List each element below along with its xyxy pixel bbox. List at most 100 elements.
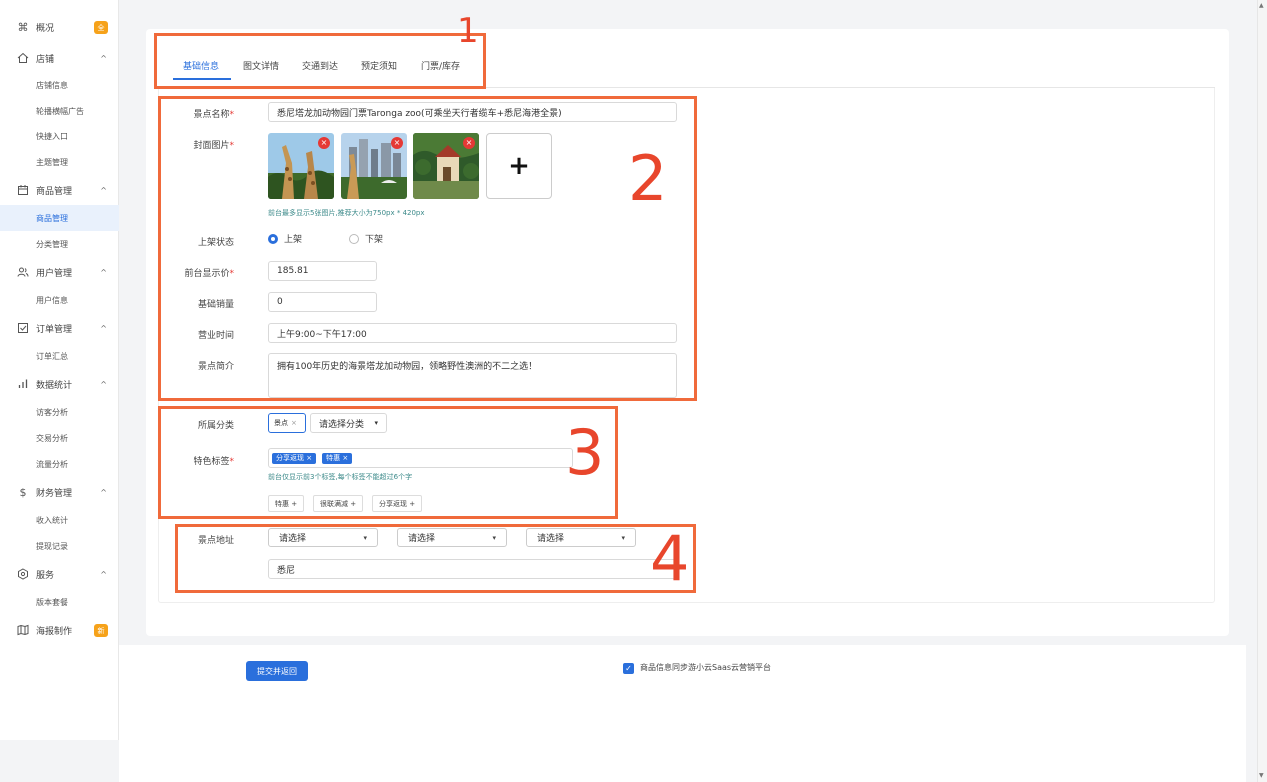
nav-overview[interactable]: ⌘ 概况 全 [0,14,119,40]
hours-label: 营业时间 [197,331,234,341]
tag-option[interactable]: 分享返现 + [372,495,423,512]
nav-poster-label: 海报制作 [36,626,73,637]
chevron-up-icon: ^ [100,569,107,579]
nav-shop-label: 店铺 [36,54,55,65]
delete-image-3-icon[interactable]: × [463,137,475,149]
annotation-number-4: 4 [650,522,690,595]
command-icon: ⌘ [17,20,29,34]
sidebar-item-income[interactable]: 收入统计 [0,507,119,533]
sidebar-item-plan[interactable]: 版本套餐 [0,589,119,615]
district-select[interactable]: 请选择 ▾ [526,528,636,547]
nav-goods-label: 商品管理 [36,186,73,197]
sidebar-item-withdraw[interactable]: 提现记录 [0,533,119,559]
nav-orders[interactable]: 订单管理 ^ [0,315,119,341]
scroll-down-icon[interactable]: ▼ [1259,772,1264,779]
chevron-up-icon: ^ [100,185,107,195]
tab-basic-info[interactable]: 基础信息 [183,59,219,72]
nav-orders-label: 订单管理 [36,324,73,335]
province-select[interactable]: 请选择 ▾ [268,528,378,547]
cover-image-3[interactable]: × [413,133,479,199]
service-icon [16,567,30,581]
tab-tickets-stock[interactable]: 门票/库存 [421,59,460,72]
vertical-scrollbar[interactable] [1257,0,1267,782]
chevron-up-icon: ^ [100,379,107,389]
sidebar-item-traffic[interactable]: 流量分析 [0,451,119,477]
remove-category-icon[interactable]: × [291,419,297,427]
radio-checked-icon [268,233,278,244]
selected-tag[interactable]: 特惠 × [322,452,353,464]
chevron-up-icon: ^ [100,487,107,497]
users-icon [16,265,30,279]
nav-finance[interactable]: $ 财务管理 ^ [0,479,119,505]
submit-and-return-button[interactable]: 提交并返回 [246,661,308,681]
sales-input[interactable]: 0 [268,292,377,312]
nav-service-label: 服务 [36,570,55,581]
intro-textarea[interactable]: 拥有100年历史的海景塔龙加动物园，领略野性澳洲的不二之选！ [268,353,677,398]
category-chip: 景点 × [268,413,306,433]
bar-chart-icon [16,377,30,391]
nav-finance-label: 财务管理 [36,488,73,499]
annotation-number-1: 1 [457,11,479,51]
cover-label: 封面图片* [193,141,234,151]
sidebar-item-category[interactable]: 分类管理 [0,231,119,257]
delete-image-1-icon[interactable]: × [318,137,330,149]
tags-hint: 前台仅显示前3个标签,每个标签不能超过6个字 [268,473,413,481]
annotation-number-2: 2 [628,142,668,215]
radio-unchecked-icon [349,233,359,244]
sync-label: 商品信息同步游小云Saas云营销平台 [640,663,772,672]
category-label: 所属分类 [197,421,234,431]
nav-users[interactable]: 用户管理 ^ [0,259,119,285]
chevron-up-icon: ^ [100,323,107,333]
poster-new-badge: 新 [94,624,108,637]
hours-input[interactable]: 上午9:00~下午17:00 [268,323,677,343]
tags-input[interactable]: 分享返现 × 特惠 × [268,448,573,468]
sidebar-item-user-info[interactable]: 用户信息 [0,287,119,313]
nav-poster[interactable]: 海报制作 新 [0,617,119,643]
dropdown-arrow-icon: ▾ [363,533,367,542]
dropdown-arrow-icon: ▾ [492,533,496,542]
sidebar-item-theme[interactable]: 主题管理 [0,149,119,175]
sidebar-item-goods-manage[interactable]: 商品管理 [0,205,119,231]
chevron-up-icon: ^ [100,267,107,277]
status-on-radio[interactable]: 上架 [268,232,302,245]
dropdown-arrow-icon: ▾ [374,419,378,427]
annotation-number-3: 3 [565,416,605,489]
sidebar-item-banner[interactable]: 轮播横幅广告 [0,98,119,124]
nav-overview-label: 概况 [36,23,55,34]
category-select[interactable]: 请选择分类 ▾ [310,413,387,433]
map-icon [16,623,30,637]
add-image-button[interactable]: + [486,133,552,199]
nav-stats[interactable]: 数据统计 ^ [0,371,119,397]
nav-service[interactable]: 服务 ^ [0,561,119,587]
sync-checkbox[interactable]: ✓ [623,663,634,674]
chevron-up-icon: ^ [100,53,107,63]
sidebar-item-shop-info[interactable]: 店铺信息 [0,72,119,98]
status-off-radio[interactable]: 下架 [349,232,383,245]
city-select[interactable]: 请选择 ▾ [397,528,507,547]
name-input[interactable]: 悉尼塔龙加动物园门票Taronga zoo(可乘坐天行者缆车+悉尼海港全景) [268,102,677,122]
nav-goods[interactable]: 商品管理 ^ [0,177,119,203]
tag-option[interactable]: 特惠 + [268,495,305,512]
checkbox-icon [16,321,30,335]
address-detail-input[interactable]: 悉尼 [268,559,677,579]
tab-detail[interactable]: 图文详情 [243,59,279,72]
cover-image-1[interactable]: × [268,133,334,199]
intro-label: 景点简介 [197,362,234,372]
sidebar-item-visitor[interactable]: 访客分析 [0,399,119,425]
cover-image-2[interactable]: × [341,133,407,199]
nav-stats-label: 数据统计 [36,380,73,391]
delete-image-2-icon[interactable]: × [391,137,403,149]
dropdown-arrow-icon: ▾ [621,533,625,542]
tab-booking-notes[interactable]: 预定须知 [361,59,397,72]
selected-tag[interactable]: 分享返现 × [272,452,317,464]
tag-option[interactable]: 很联满减 + [313,495,364,512]
sidebar-item-trade[interactable]: 交易分析 [0,425,119,451]
active-tab-indicator [173,78,231,80]
nav-shop[interactable]: 店铺 ^ [0,45,119,71]
tab-transport[interactable]: 交通到达 [302,59,338,72]
calendar-icon [16,183,30,197]
sidebar-item-order-summary[interactable]: 订单汇总 [0,343,119,369]
sidebar-item-shortcut[interactable]: 快捷入口 [0,123,119,149]
price-input[interactable]: 185.81 [268,261,377,281]
scroll-up-icon[interactable]: ▲ [1259,2,1264,9]
